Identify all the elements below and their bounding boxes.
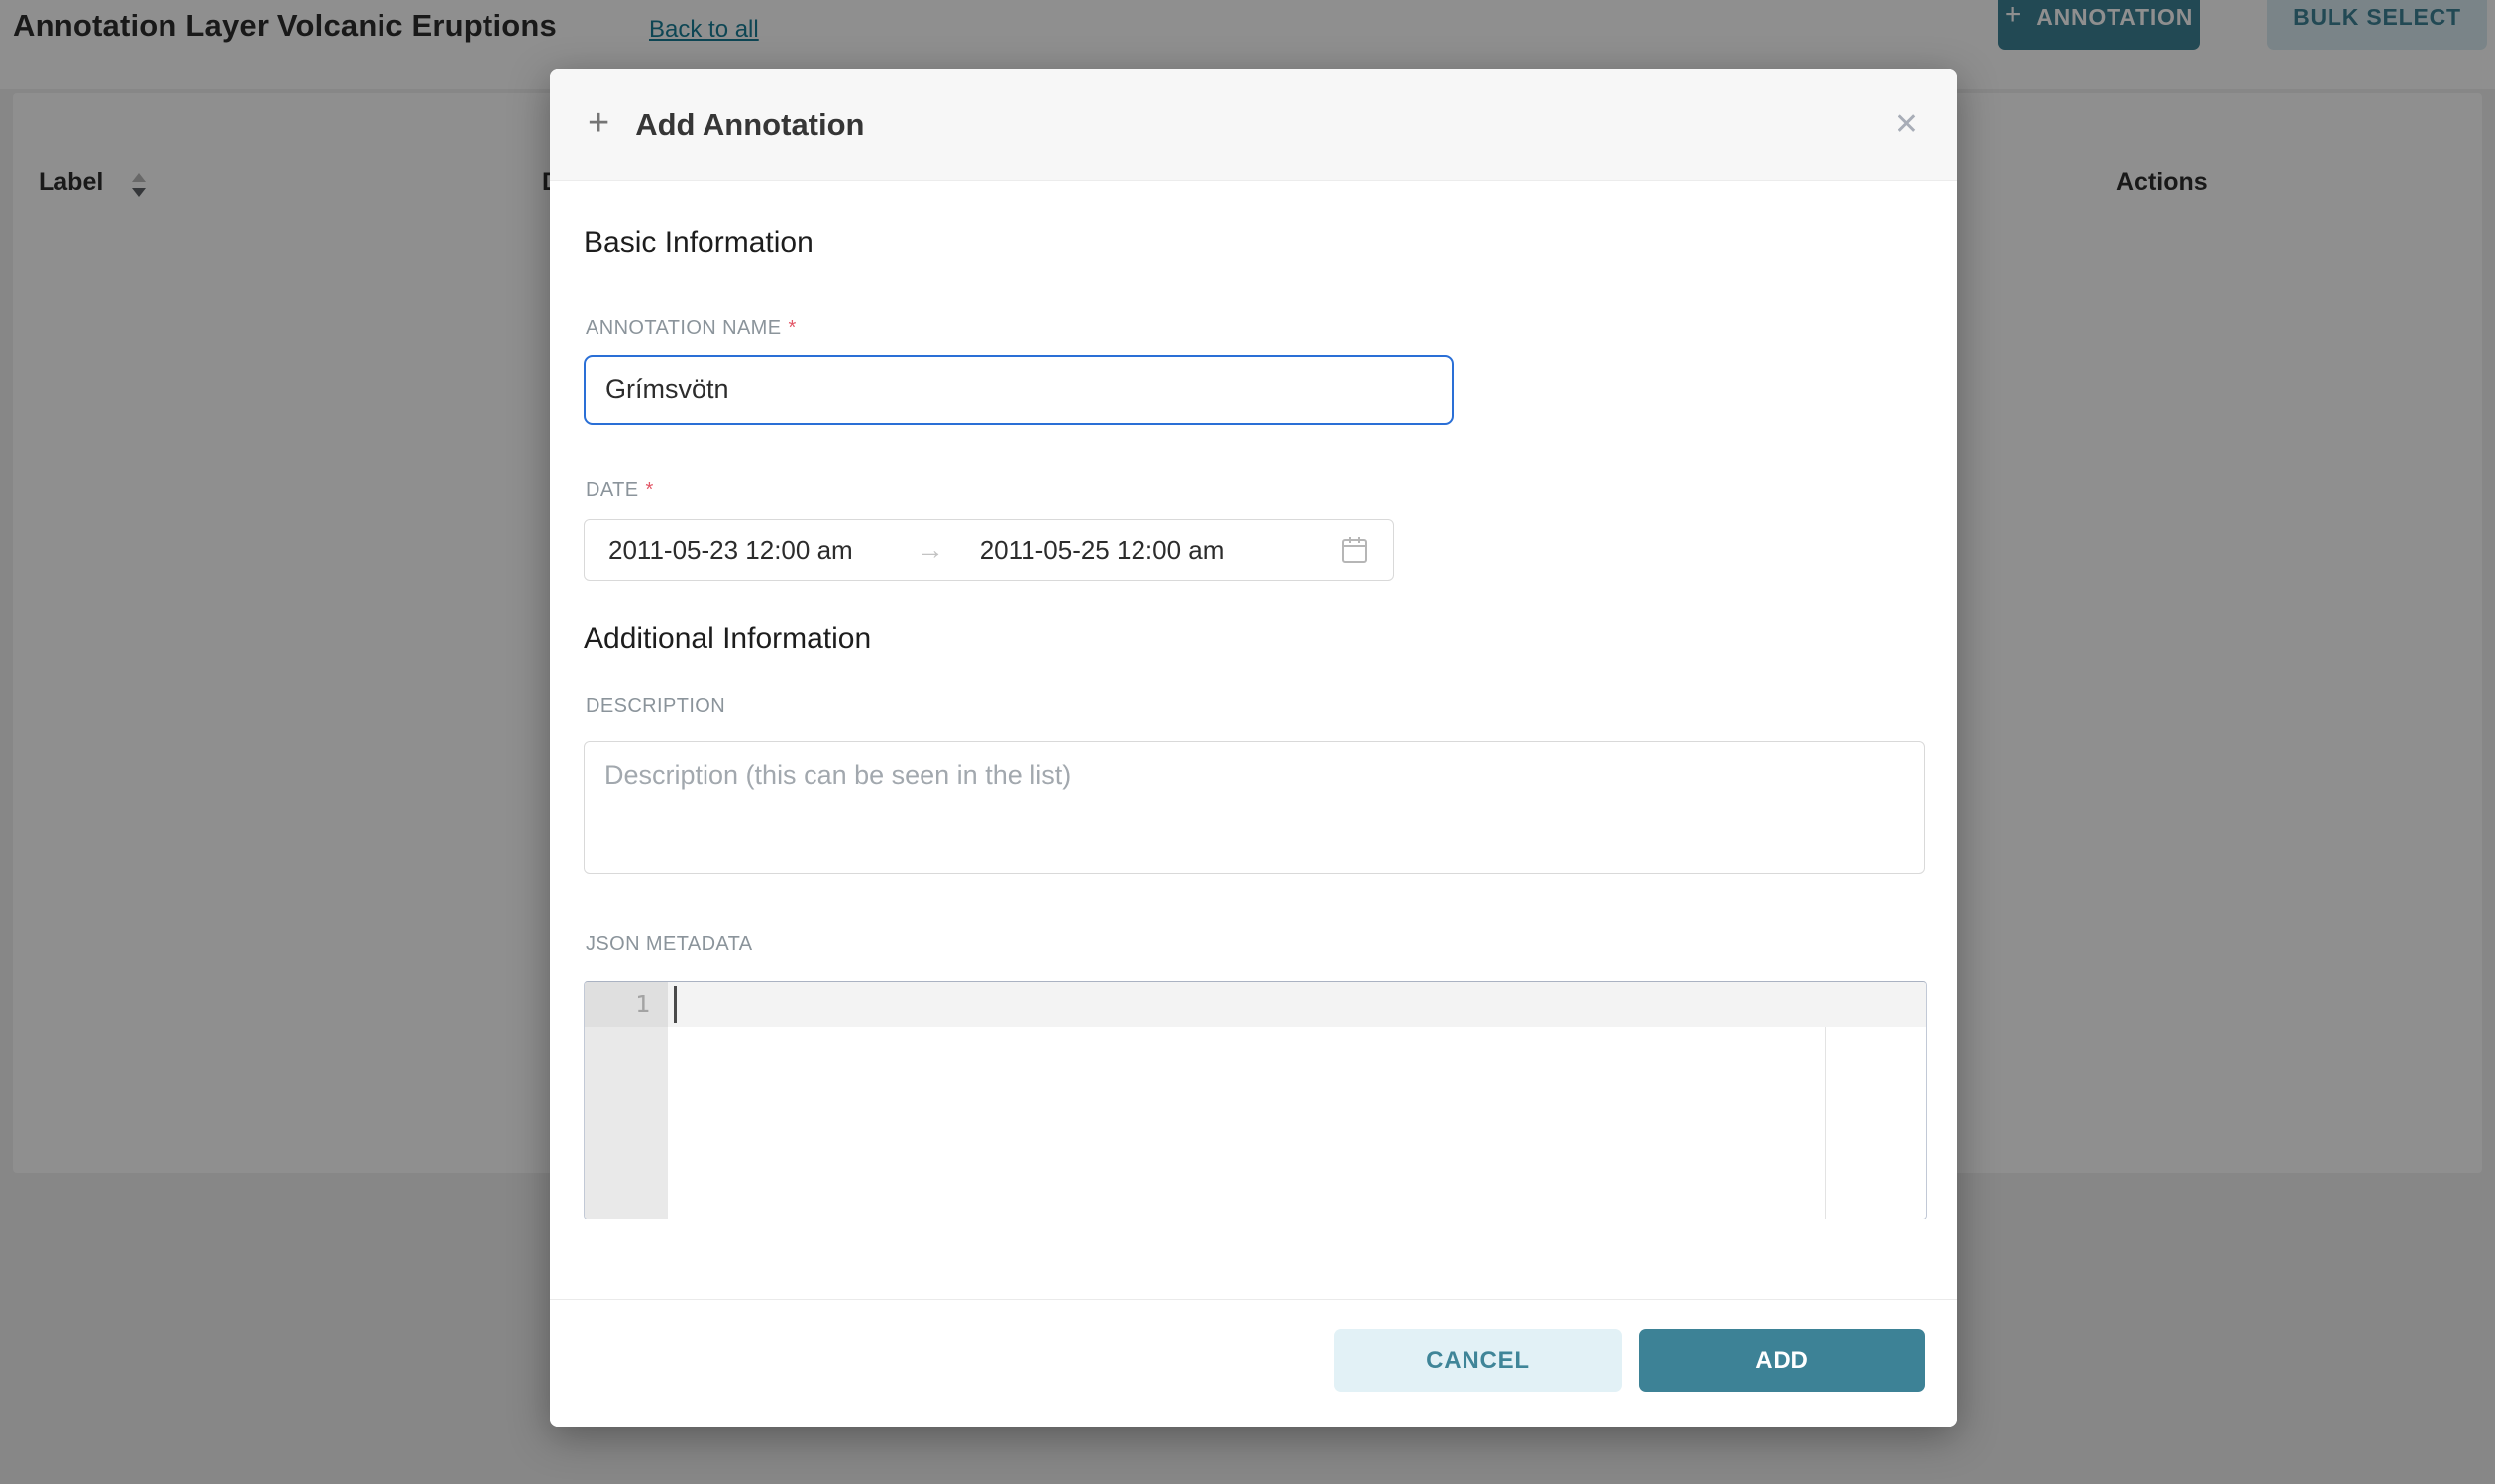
editor-active-line	[668, 982, 1926, 1027]
plus-icon: +	[588, 104, 609, 142]
editor-gutter: 1	[585, 982, 668, 1219]
date-start-value[interactable]: 2011-05-23 12:00 am	[608, 535, 853, 566]
modal-footer: CANCEL ADD	[550, 1299, 1957, 1427]
annotation-name-input[interactable]	[584, 355, 1454, 425]
editor-gutter-active-cell	[585, 982, 668, 1027]
annotation-name-label: ANNOTATION NAME*	[586, 317, 797, 340]
add-annotation-modal: + Add Annotation ✕ Basic Information ANN…	[550, 69, 1957, 1427]
json-metadata-label: JSON METADATA	[586, 933, 753, 956]
date-end-value[interactable]: 2011-05-25 12:00 am	[980, 535, 1225, 566]
close-icon[interactable]: ✕	[1895, 110, 1919, 140]
additional-information-heading: Additional Information	[584, 622, 871, 656]
required-asterisk: *	[645, 479, 653, 501]
date-range-picker[interactable]: 2011-05-23 12:00 am → 2011-05-25 12:00 a…	[584, 519, 1394, 581]
range-arrow-icon: →	[917, 534, 944, 566]
description-label: DESCRIPTION	[586, 695, 725, 718]
editor-cursor	[674, 986, 677, 1023]
description-textarea[interactable]	[584, 741, 1925, 874]
add-button[interactable]: ADD	[1639, 1329, 1925, 1392]
required-asterisk: *	[788, 317, 796, 339]
json-metadata-editor[interactable]: 1	[584, 981, 1927, 1219]
modal-header: + Add Annotation ✕	[550, 69, 1957, 181]
date-label: DATE*	[586, 479, 654, 502]
modal-title: Add Annotation	[635, 107, 864, 143]
cancel-button[interactable]: CANCEL	[1334, 1329, 1622, 1392]
editor-print-margin	[1825, 1027, 1826, 1219]
screen: Annotation Layer Volcanic Eruptions Back…	[0, 0, 2495, 1484]
editor-line-number: 1	[635, 990, 650, 1018]
basic-information-heading: Basic Information	[584, 226, 814, 260]
calendar-icon[interactable]	[1340, 535, 1369, 565]
